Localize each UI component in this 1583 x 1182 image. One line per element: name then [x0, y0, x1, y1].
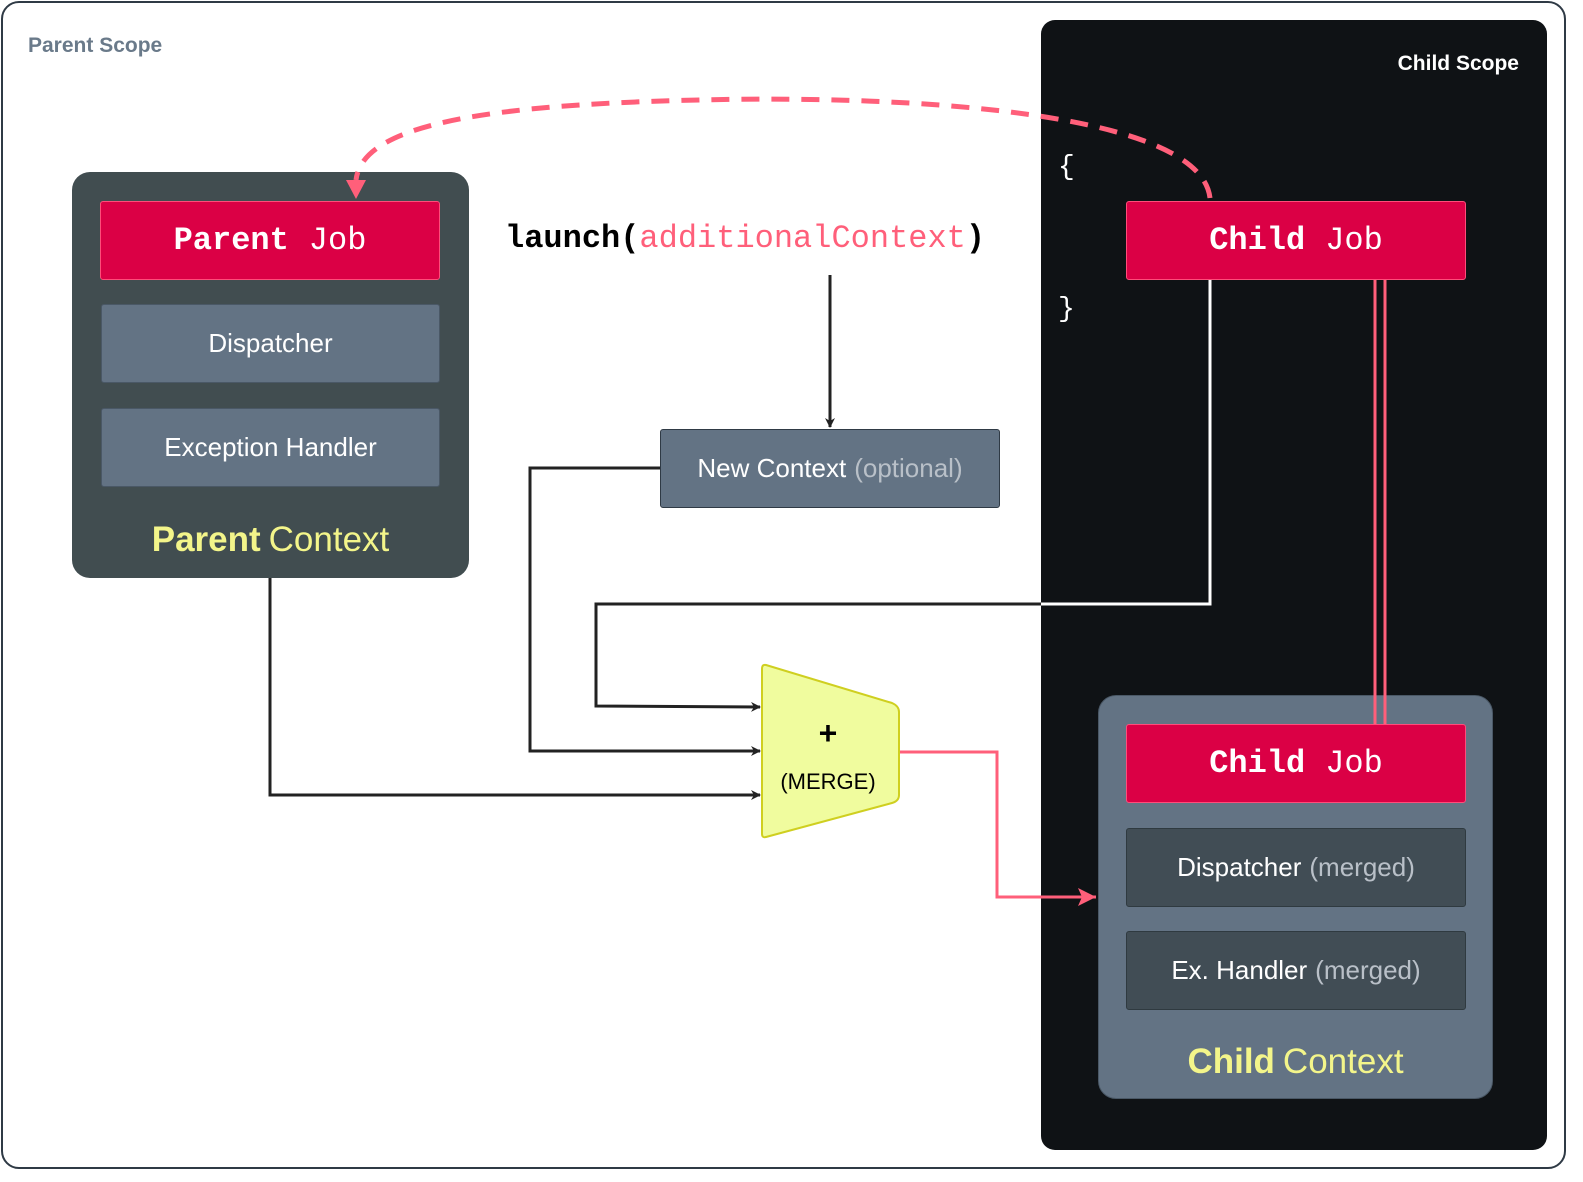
- new-context-to-merge-arrow: [528, 466, 761, 756]
- merge-to-child-context-arrow: [899, 750, 1096, 906]
- merge-block: [761, 663, 900, 839]
- child-job-line-white: [1041, 280, 1212, 606]
- parent-context-to-merge-arrow: [268, 578, 761, 800]
- child-to-parent-job-dashed-arrow: [353, 96, 1213, 199]
- connectors: + (MERGE): [268, 96, 1387, 906]
- arrowhead-parent-job: [346, 180, 366, 199]
- merge-symbol: +: [819, 715, 838, 751]
- merge-label: (MERGE): [780, 769, 875, 794]
